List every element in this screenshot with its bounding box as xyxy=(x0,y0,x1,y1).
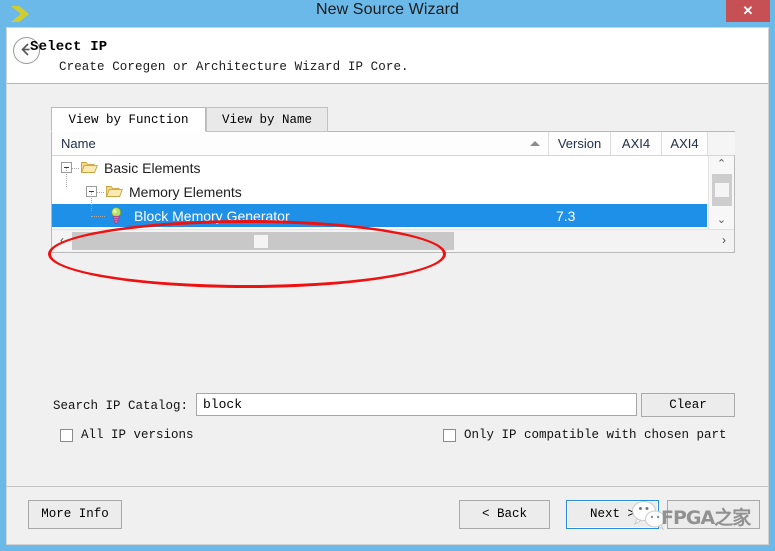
tree-rows: Basic Elements Memory Elements Block Mem… xyxy=(52,156,707,229)
tree-connector xyxy=(72,168,79,170)
checkbox-label: All IP versions xyxy=(81,428,194,442)
tab-view-by-function[interactable]: View by Function xyxy=(51,107,206,132)
client-area: Select IP Create Coregen or Architecture… xyxy=(6,27,769,545)
wizard-header: Select IP Create Coregen or Architecture… xyxy=(7,28,768,84)
column-header-axi4-2[interactable]: AXI4 xyxy=(662,132,707,155)
ip-core-icon xyxy=(109,206,124,224)
tree-horizontal-scrollbar[interactable]: ‹ › xyxy=(52,229,734,252)
checkbox-label: Only IP compatible with chosen part xyxy=(464,428,727,442)
search-input[interactable] xyxy=(196,393,637,416)
tree-vertical-scrollbar[interactable]: ⌃ ⌄ xyxy=(708,156,734,229)
page-title: Select IP xyxy=(30,39,108,55)
chevron-down-icon[interactable]: ⌄ xyxy=(709,212,734,229)
folder-icon xyxy=(105,184,123,198)
checkbox-box[interactable] xyxy=(443,429,456,442)
column-header-version[interactable]: Version xyxy=(549,132,611,155)
horizontal-scroll-thumb[interactable] xyxy=(72,232,454,250)
wizard-window: New Source Wizard ✕ Select IP Create Cor… xyxy=(0,0,775,551)
tree-connector xyxy=(91,192,93,211)
title-bar: New Source Wizard ✕ xyxy=(0,0,775,27)
tree-row-label: Basic Elements xyxy=(104,160,201,176)
search-label: Search IP Catalog: xyxy=(53,399,189,413)
table-row[interactable]: Basic Elements xyxy=(52,156,707,180)
tree-row-label: Memory Elements xyxy=(129,184,242,200)
tree-connector xyxy=(91,216,105,218)
page-subtitle: Create Coregen or Architecture Wizard IP… xyxy=(59,60,409,74)
chevron-up-icon[interactable]: ⌃ xyxy=(709,156,734,173)
next-button[interactable]: Next > xyxy=(566,500,659,529)
column-header-axi4-1[interactable]: AXI4 xyxy=(611,132,662,155)
table-row-selected[interactable]: Block Memory Generator 7.3 xyxy=(52,192,707,228)
table-row[interactable]: Memory Elements xyxy=(52,168,707,204)
chevron-right-icon[interactable]: › xyxy=(714,230,734,252)
column-header-filler xyxy=(707,132,735,155)
vertical-scroll-thumb[interactable] xyxy=(712,174,732,206)
window-title: New Source Wizard xyxy=(315,1,460,18)
chevron-left-icon[interactable]: ‹ xyxy=(52,230,72,252)
ip-catalog-panel: Name Version AXI4 AXI4 Basic Elements Me… xyxy=(51,131,735,253)
column-header-name[interactable]: Name xyxy=(52,132,549,155)
view-tabs: View by Function View by Name xyxy=(51,107,691,132)
tab-view-by-name[interactable]: View by Name xyxy=(206,107,328,132)
cancel-button[interactable] xyxy=(667,500,760,529)
tree-row-version: 7.3 xyxy=(556,208,576,224)
tree-connector xyxy=(66,168,68,187)
more-info-button[interactable]: More Info xyxy=(28,500,122,529)
tree-connector xyxy=(97,192,104,194)
column-header-name-label: Name xyxy=(61,136,96,151)
back-button[interactable]: < Back xyxy=(459,500,550,529)
checkbox-box[interactable] xyxy=(60,429,73,442)
clear-button[interactable]: Clear xyxy=(641,393,735,417)
wizard-footer: More Info < Back Next > xyxy=(7,486,768,544)
tree-column-headers: Name Version AXI4 AXI4 xyxy=(52,132,735,156)
sort-ascending-icon xyxy=(530,141,540,146)
close-button[interactable]: ✕ xyxy=(726,0,770,22)
folder-icon xyxy=(80,160,98,174)
tree-row-label: Block Memory Generator xyxy=(134,208,290,224)
